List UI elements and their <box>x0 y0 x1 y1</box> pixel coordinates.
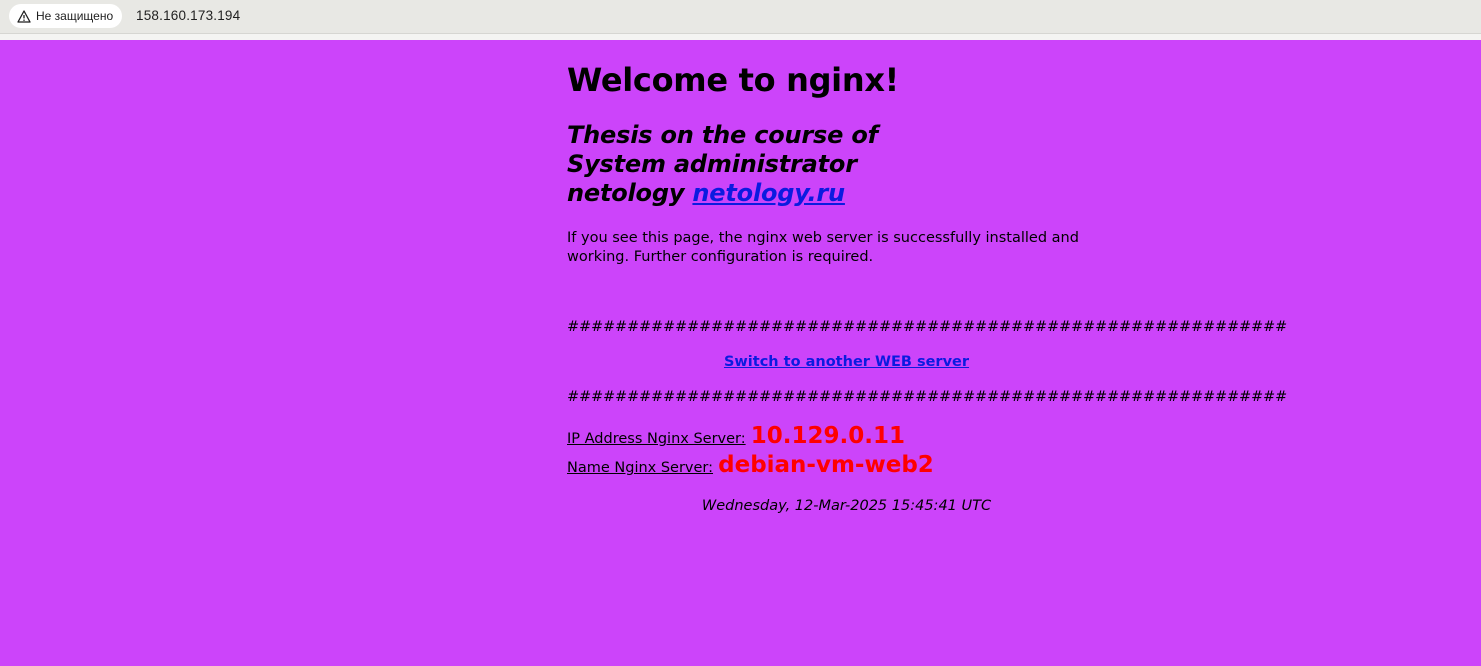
timestamp: Wednesday, 12-Mar-2025 15:45:41 UTC <box>701 498 992 514</box>
switch-server-link[interactable]: Switch to another WEB server <box>567 354 1126 370</box>
subtitle-line-2: System administrator <box>567 150 857 178</box>
url-field[interactable]: 158.160.173.194 <box>136 8 240 23</box>
hash-divider-top: ########################################… <box>567 319 1287 335</box>
ip-address-label: IP Address Nginx Server: <box>567 431 746 447</box>
ip-address-row: IP Address Nginx Server: 10.129.0.11 <box>567 423 905 449</box>
ip-address-value: 10.129.0.11 <box>750 423 905 449</box>
security-indicator[interactable]: Не защищено <box>9 4 123 28</box>
subtitle-line-3: netology <box>567 179 685 207</box>
server-name-label: Name Nginx Server: <box>567 460 714 476</box>
netology-link[interactable]: netology.ru <box>692 179 845 207</box>
warning-icon <box>17 9 31 23</box>
subtitle: Thesis on the course of System administr… <box>567 121 878 208</box>
page-title: Welcome to nginx! <box>567 61 899 99</box>
server-name-value: debian-vm-web2 <box>718 452 934 478</box>
hash-divider-bottom: ########################################… <box>567 389 1287 405</box>
page-viewport: Welcome to nginx! Thesis on the course o… <box>0 40 1481 666</box>
server-name-row: Name Nginx Server: debian-vm-web2 <box>567 452 934 478</box>
security-label: Не защищено <box>36 9 114 23</box>
subtitle-line-1: Thesis on the course of <box>567 121 878 149</box>
browser-address-bar: Не защищено 158.160.173.194 <box>0 0 1481 34</box>
intro-text: If you see this page, the nginx web serv… <box>567 230 1079 265</box>
